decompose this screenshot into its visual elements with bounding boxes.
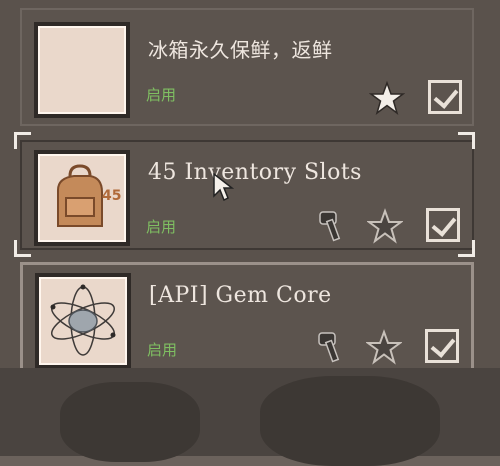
mod-title: [API] Gem Core xyxy=(149,283,332,308)
hammer-icon[interactable] xyxy=(314,208,350,244)
mod-item-inventory-slots[interactable]: 45 45 Inventory Slots 启用 xyxy=(20,140,474,250)
mod-thumbnail: 45 xyxy=(34,150,130,246)
backpack-thumbnail: 45 xyxy=(38,154,126,242)
backpack-icon: 45 xyxy=(57,164,121,227)
mouse-cursor-icon xyxy=(213,172,234,202)
enable-checkbox[interactable] xyxy=(428,80,462,114)
mod-thumbnail xyxy=(34,22,130,118)
mod-item-fridge[interactable]: 冰箱永久保鲜，返鲜 启用 xyxy=(20,8,474,126)
mod-status: 启用 xyxy=(146,86,177,104)
mod-thumbnail xyxy=(35,273,131,369)
enable-checkbox[interactable] xyxy=(426,208,460,242)
mod-list: 冰箱永久保鲜，返鲜 启用 45 45 Inventory Slots 启用 [A… xyxy=(0,0,500,372)
selection-corner xyxy=(14,132,31,149)
svg-text:45: 45 xyxy=(102,188,121,204)
star-icon[interactable] xyxy=(369,80,405,116)
empty-thumbnail xyxy=(38,26,126,114)
mod-status: 启用 xyxy=(147,341,178,359)
star-icon[interactable] xyxy=(367,208,403,244)
hammer-icon[interactable] xyxy=(313,329,349,365)
atom-gem-icon xyxy=(50,284,116,356)
mod-item-gem-core[interactable]: [API] Gem Core 启用 xyxy=(20,262,474,372)
selection-corner xyxy=(458,240,475,257)
selection-corner xyxy=(458,132,475,149)
mod-title: 45 Inventory Slots xyxy=(148,160,362,185)
selection-corner xyxy=(14,240,31,257)
mod-title: 冰箱永久保鲜，返鲜 xyxy=(148,38,333,62)
background-rocks xyxy=(0,368,500,466)
gem-core-thumbnail xyxy=(39,277,127,365)
star-icon[interactable] xyxy=(366,329,402,365)
mod-status: 启用 xyxy=(146,218,177,236)
enable-checkbox[interactable] xyxy=(425,329,459,363)
